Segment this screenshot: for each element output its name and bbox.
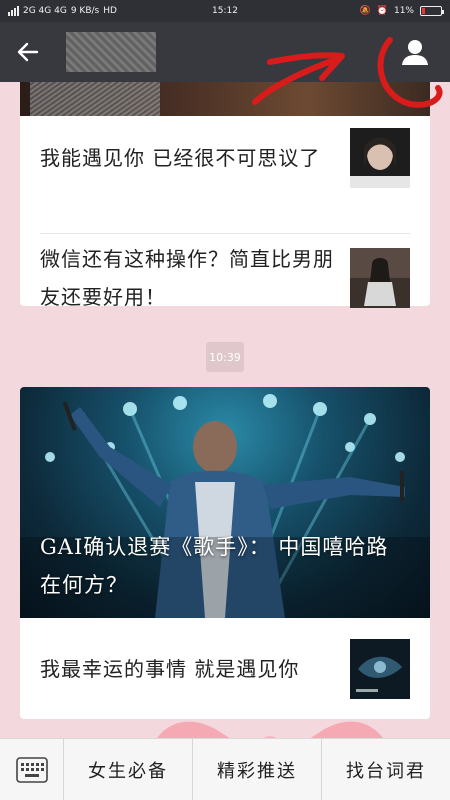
status-left: 2G 4G 4G 9 KB/s HD: [8, 6, 117, 16]
bottom-nav: 女生必备 精彩推送 找台词君: [0, 738, 450, 800]
news-title: 我最幸运的事情 就是遇见你: [40, 657, 300, 681]
list-item[interactable]: 我最幸运的事情 就是遇见你: [20, 639, 430, 699]
status-bar: 2G 4G 4G 9 KB/s HD 15:12 🔕 ⏰ 11%: [0, 0, 450, 22]
redaction-scribble: [30, 82, 160, 116]
feature-article[interactable]: GAI确认退赛《歌手》： 中国嘻哈路在何方？: [20, 387, 430, 618]
tab-girls-essentials[interactable]: 女生必备: [64, 739, 193, 800]
article-card: GAI确认退赛《歌手》： 中国嘻哈路在何方？ 我最幸运的事情 就是遇见你: [20, 387, 430, 719]
back-button[interactable]: [0, 22, 56, 82]
keyboard-icon: [15, 757, 48, 783]
news-thumbnail: [350, 639, 410, 699]
news-title: 微信还有这种操作？简直比男朋友还要好用！: [40, 247, 334, 309]
battery-label: 11%: [393, 6, 414, 16]
network-label: 2G 4G 4G: [23, 6, 67, 16]
tab-featured-push[interactable]: 精彩推送: [193, 739, 322, 800]
person-icon: [402, 40, 428, 65]
arrow-left-icon: [17, 42, 39, 62]
tab-find-lines[interactable]: 找台词君: [322, 739, 450, 800]
list-item[interactable]: 微信还有这种操作？简直比男朋友还要好用！: [20, 240, 430, 316]
keyboard-button[interactable]: [0, 739, 64, 800]
time-badge: 10:39: [206, 342, 244, 372]
alarm-icon: ⏰: [376, 6, 388, 16]
tab-label: 找台词君: [346, 760, 426, 782]
portrait-image: [350, 128, 410, 188]
app-header: [0, 22, 450, 82]
feed-content[interactable]: 我能遇见你 已经很不可思议了 微信还有这种操作？简直比男朋友还要好用！ 10:3…: [0, 82, 450, 738]
card-top-image[interactable]: [20, 82, 430, 116]
news-title: 我能遇见你 已经很不可思议了: [40, 146, 321, 170]
hd-label: HD: [103, 6, 117, 16]
girl-sitting-image: [350, 248, 410, 308]
status-right: 🔕 ⏰ 11%: [359, 6, 444, 16]
divider: [40, 233, 410, 234]
news-thumbnail: [350, 128, 410, 188]
mute-icon: 🔕: [359, 6, 371, 16]
decorative-bow: [157, 721, 383, 738]
article-card: 我能遇见你 已经很不可思议了 微信还有这种操作？简直比男朋友还要好用！: [20, 82, 430, 309]
dark-blue-image: [350, 639, 410, 699]
list-item[interactable]: 我能遇见你 已经很不可思议了: [20, 128, 430, 188]
tab-label: 精彩推送: [217, 760, 297, 782]
tab-label: 女生必备: [88, 760, 168, 782]
profile-button[interactable]: [390, 22, 440, 82]
battery-icon: [420, 6, 444, 16]
header-title-redacted: [66, 32, 156, 72]
news-thumbnail: [350, 248, 410, 308]
feature-caption: GAI确认退赛《歌手》： 中国嘻哈路在何方？: [40, 535, 389, 597]
speed-label: 9 KB/s: [70, 6, 100, 16]
signal-icon: [8, 6, 19, 16]
